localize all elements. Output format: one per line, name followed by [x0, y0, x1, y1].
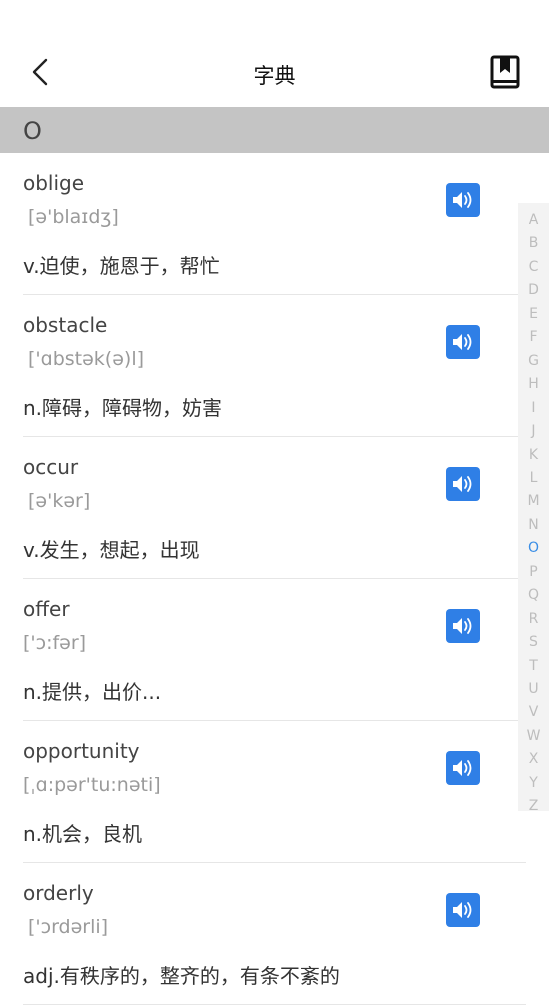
index-letter-u[interactable]: U	[518, 681, 549, 697]
alphabet-index[interactable]: ABCDEFGHIJKLMNOPQRSTUVWXYZ	[518, 203, 549, 814]
speaker-icon	[453, 902, 472, 918]
index-letter-l[interactable]: L	[518, 470, 549, 486]
index-letter-x[interactable]: X	[518, 751, 549, 767]
pronounce-button[interactable]	[446, 609, 480, 643]
index-letter-p[interactable]: P	[518, 564, 549, 580]
definition-text: n.提供，出价...	[23, 680, 162, 704]
speaker-icon	[453, 476, 472, 492]
index-letter-i[interactable]: I	[518, 400, 549, 416]
index-letter-s[interactable]: S	[518, 634, 549, 650]
index-letter-q[interactable]: Q	[518, 587, 549, 603]
app-header: 字典	[0, 38, 549, 107]
list-item[interactable]: occur [ə'kər] v.发生，想起，出现	[23, 437, 526, 579]
word-text: occur	[23, 455, 79, 479]
word-text: opportunity	[23, 739, 140, 763]
index-letter-r[interactable]: R	[518, 611, 549, 627]
phonetic-text: [ə'kər]	[28, 490, 91, 512]
definition-text: n.机会，良机	[23, 822, 143, 846]
index-letter-f[interactable]: F	[518, 329, 549, 345]
index-letter-h[interactable]: H	[518, 376, 549, 392]
speaker-icon	[453, 618, 472, 634]
list-item[interactable]: offer ['ɔ:fər] n.提供，出价...	[23, 579, 526, 721]
word-text: obstacle	[23, 313, 108, 337]
word-list: oblige [ə'blaɪdʒ] v.迫使，施恩于，帮忙 obstacle ['ɑbs…	[0, 153, 549, 1005]
word-text: orderly	[23, 881, 94, 905]
definition-text: adj.有秩序的，整齐的，有条不紊的	[23, 964, 340, 988]
bookmark-button[interactable]	[487, 54, 523, 90]
phonetic-text: ['ɔrdərli]	[28, 916, 109, 938]
section-header: O	[0, 107, 549, 153]
index-letter-o[interactable]: O	[518, 540, 549, 556]
pronounce-button[interactable]	[446, 325, 480, 359]
page-title: 字典	[253, 64, 296, 88]
speaker-icon	[453, 760, 472, 776]
pronounce-button[interactable]	[446, 751, 480, 785]
list-item[interactable]: orderly ['ɔrdərli] adj.有秩序的，整齐的，有条不紊的	[23, 863, 526, 1005]
index-letter-g[interactable]: G	[518, 353, 549, 369]
index-letter-m[interactable]: M	[518, 493, 549, 509]
section-letter: O	[23, 117, 42, 145]
index-letter-w[interactable]: W	[518, 728, 549, 744]
index-letter-d[interactable]: D	[518, 282, 549, 298]
definition-text: n.障碍，障碍物，妨害	[23, 396, 223, 420]
word-text: offer	[23, 597, 70, 621]
index-letter-e[interactable]: E	[518, 306, 549, 322]
phonetic-text: ['ɑbstək(ə)l]	[28, 348, 145, 370]
phonetic-text: [ə'blaɪdʒ]	[28, 206, 119, 228]
index-letter-j[interactable]: J	[518, 423, 549, 439]
index-letter-k[interactable]: K	[518, 447, 549, 463]
index-letter-a[interactable]: A	[518, 212, 549, 228]
definition-text: v.发生，想起，出现	[23, 538, 200, 562]
list-item[interactable]: oblige [ə'blaɪdʒ] v.迫使，施恩于，帮忙	[23, 153, 526, 295]
pronounce-button[interactable]	[446, 183, 480, 217]
list-item[interactable]: obstacle ['ɑbstək(ə)l] n.障碍，障碍物，妨害	[23, 295, 526, 437]
index-letter-z[interactable]: Z	[518, 798, 549, 814]
status-bar-space	[0, 0, 549, 38]
index-letter-y[interactable]: Y	[518, 775, 549, 791]
index-letter-c[interactable]: C	[518, 259, 549, 275]
speaker-icon	[453, 192, 472, 208]
index-letter-t[interactable]: T	[518, 658, 549, 674]
speaker-icon	[453, 334, 472, 350]
index-letter-v[interactable]: V	[518, 704, 549, 720]
pronounce-button[interactable]	[446, 893, 480, 927]
list-item[interactable]: opportunity [ˌɑ:pər'tu:nəti] n.机会，良机	[23, 721, 526, 863]
index-letter-n[interactable]: N	[518, 517, 549, 533]
definition-text: v.迫使，施恩于，帮忙	[23, 254, 220, 278]
word-text: oblige	[23, 171, 85, 195]
phonetic-text: ['ɔ:fər]	[23, 632, 87, 654]
phonetic-text: [ˌɑ:pər'tu:nəti]	[23, 774, 161, 796]
pronounce-button[interactable]	[446, 467, 480, 501]
index-letter-b[interactable]: B	[518, 235, 549, 251]
bookmark-book-icon	[490, 55, 520, 89]
